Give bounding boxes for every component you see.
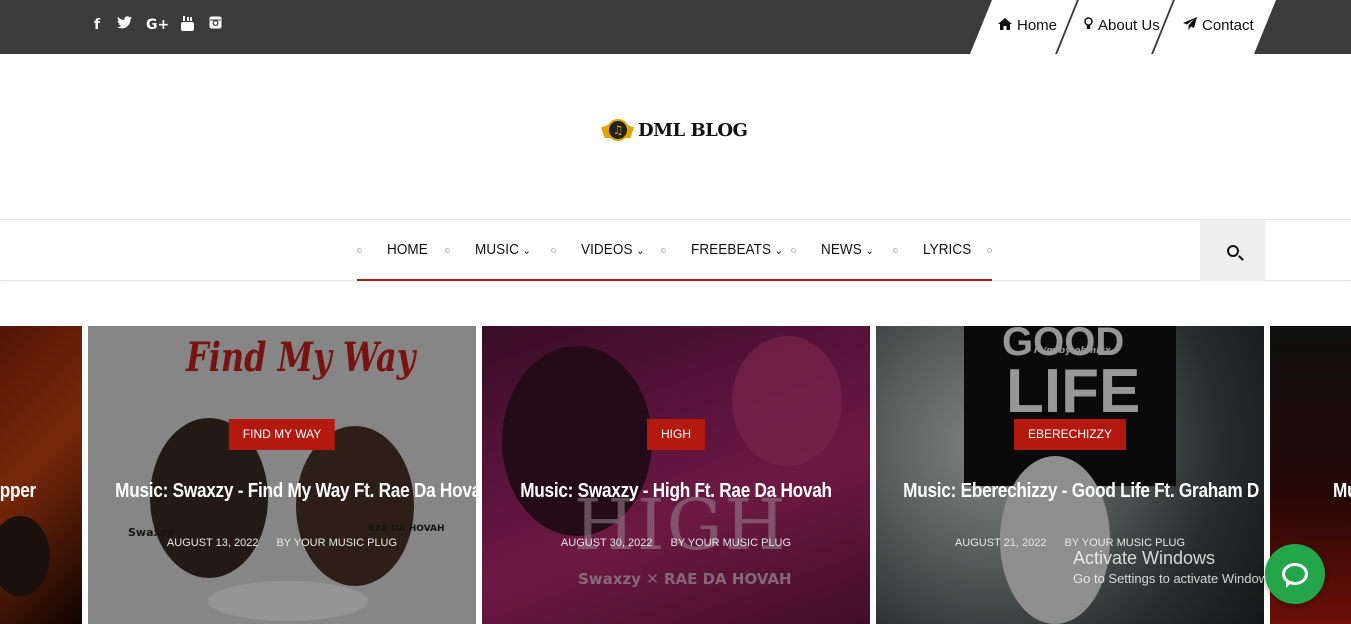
main-menu: HOME MUSIC ⌄ VIDEOS ⌄ FREEBEATS ⌄ NEWS ⌄ LYR… bbox=[357, 220, 992, 281]
category-badge[interactable]: EBERECHIZZY bbox=[1013, 419, 1127, 450]
post-date: AUGUST 13, 2022 bbox=[166, 537, 259, 549]
slider-card[interactable]: Find My Way Swaxzy RAE DA HOVAH FIND MY … bbox=[88, 326, 476, 624]
slider-card[interactable]: HIGH Swaxzy ✕ RAE DA HOVAH HIGH Music: S… bbox=[482, 326, 870, 624]
main-nav: HOME MUSIC ⌄ VIDEOS ⌄ FREEBEATS ⌄ NEWS ⌄ LYR… bbox=[0, 219, 1351, 281]
post-meta: AUGUST 13, 2022 BY YOUR MUSIC PLUG bbox=[88, 537, 476, 549]
top-nav-home-label: Home bbox=[1017, 17, 1058, 34]
chevron-down-icon: ⌄ bbox=[774, 244, 784, 257]
menu-item-freebeats[interactable]: FREEBEATS ⌄ bbox=[691, 241, 783, 258]
menu-separator bbox=[445, 248, 450, 253]
post-meta: AUGUST 30, 2022 BY YOUR MUSIC PLUG bbox=[482, 537, 870, 549]
home-icon bbox=[998, 17, 1012, 34]
menu-separator bbox=[987, 248, 992, 253]
slider-card-title[interactable]: Music: Swaxzy - Find My Way Ft. Rae Da H… bbox=[115, 480, 476, 503]
twitter-icon[interactable] bbox=[116, 16, 132, 34]
post-date: AUGUST 30, 2022 bbox=[560, 537, 653, 549]
lightbulb-icon bbox=[1084, 17, 1093, 34]
menu-item-videos[interactable]: VIDEOS ⌄ bbox=[581, 241, 645, 258]
top-nav-about[interactable]: About Us bbox=[1084, 17, 1160, 34]
youtube-icon[interactable] bbox=[180, 16, 194, 34]
social-links: f G+ bbox=[92, 16, 222, 34]
search-button[interactable] bbox=[1200, 220, 1265, 281]
top-nav-contact-label: Contact bbox=[1202, 17, 1254, 34]
top-nav: Home About Us Contact bbox=[970, 0, 1276, 54]
chevron-down-icon: ⌄ bbox=[522, 244, 531, 257]
menu-item-home[interactable]: HOME bbox=[387, 241, 428, 258]
facebook-icon[interactable]: f bbox=[92, 16, 102, 34]
top-bar: f G+ Home About Us Contact bbox=[0, 0, 1351, 54]
top-nav-home[interactable]: Home bbox=[998, 17, 1057, 34]
chevron-down-icon: ⌄ bbox=[865, 244, 874, 257]
header-logo-area: ♫ DML BLOG bbox=[0, 54, 1351, 219]
slider-card-title[interactable]: Music: Swaxzy - High Ft. Rae Da Hovah bbox=[509, 480, 843, 503]
site-logo[interactable]: ♫ DML BLOG bbox=[601, 117, 748, 144]
post-author[interactable]: BY YOUR MUSIC PLUG bbox=[276, 537, 397, 549]
category-badge[interactable]: HIGH bbox=[647, 419, 705, 450]
post-date: AUGUST 21, 2022 bbox=[954, 537, 1047, 549]
menu-item-news[interactable]: NEWS ⌄ bbox=[821, 241, 874, 258]
slider-card-title[interactable]: Music: Eberechizzy - Good Life Ft. Graha… bbox=[903, 480, 1259, 503]
chevron-down-icon: ⌄ bbox=[636, 244, 645, 257]
google-plus-icon[interactable]: G+ bbox=[146, 16, 169, 34]
watermark-line-2: Go to Settings to activate Windows. bbox=[1073, 571, 1279, 586]
slider-card-title[interactable]: & Upper bbox=[0, 480, 36, 503]
logo-badge-icon: ♫ bbox=[601, 117, 634, 144]
post-author[interactable]: BY YOUR MUSIC PLUG bbox=[670, 537, 791, 549]
top-nav-contact[interactable]: Contact bbox=[1183, 17, 1254, 34]
slider-card-partial-left[interactable]: & Upper bbox=[0, 326, 82, 624]
chat-button[interactable] bbox=[1265, 544, 1325, 604]
watermark-line-1: Activate Windows bbox=[1073, 548, 1216, 568]
windows-activation-watermark: Activate Windows Go to Settings to activ… bbox=[1073, 548, 1278, 586]
slider-card-title[interactable]: Mu bbox=[1333, 480, 1351, 503]
instagram-icon[interactable] bbox=[208, 16, 222, 34]
menu-item-music[interactable]: MUSIC ⌄ bbox=[475, 241, 531, 258]
top-nav-about-label: About Us bbox=[1098, 17, 1160, 34]
chat-icon bbox=[1282, 563, 1308, 585]
logo-text: DML BLOG bbox=[638, 120, 748, 141]
search-icon bbox=[1226, 244, 1239, 257]
paper-plane-icon bbox=[1183, 17, 1197, 34]
menu-separator bbox=[661, 248, 666, 253]
menu-separator bbox=[551, 248, 556, 253]
menu-separator bbox=[357, 248, 362, 253]
menu-separator bbox=[791, 248, 796, 253]
category-badge[interactable]: FIND MY WAY bbox=[228, 419, 336, 450]
menu-item-lyrics[interactable]: LYRICS bbox=[923, 241, 971, 258]
menu-separator bbox=[893, 248, 898, 253]
